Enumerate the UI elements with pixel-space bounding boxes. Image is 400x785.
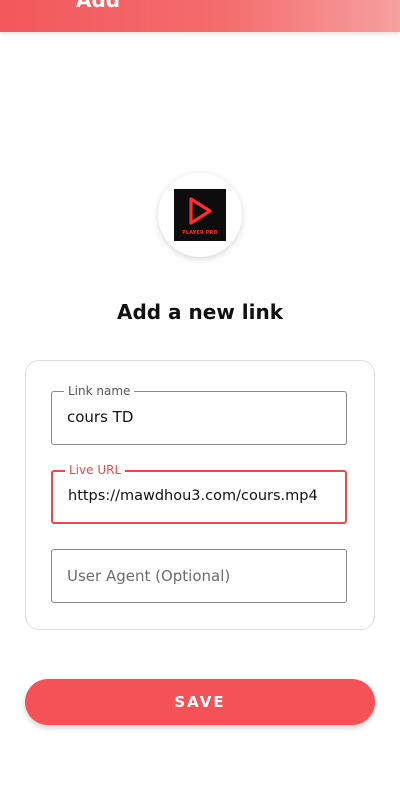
live-url-value[interactable]: https://mawdhou3.com/cours.mp4 xyxy=(68,488,337,504)
live-url-field[interactable]: Live URL https://mawdhou3.com/cours.mp4 xyxy=(51,463,347,524)
player-pro-logo-icon: PLAYER PRO xyxy=(174,189,226,241)
link-name-value[interactable]: cours TD xyxy=(67,408,338,426)
app-logo: PLAYER PRO xyxy=(158,173,242,257)
link-name-label: Link name xyxy=(64,384,135,399)
live-url-text: https://mawdhou3.com/cours.mp4 xyxy=(68,488,318,504)
live-url-label: Live URL xyxy=(65,463,126,478)
link-name-field[interactable]: Link name cours TD xyxy=(51,384,347,445)
page: Add PLAYER PRO Add a new link Link name … xyxy=(0,0,400,785)
app-bar-title: Add xyxy=(76,0,121,12)
save-button[interactable]: SAVE xyxy=(25,679,375,725)
page-title: Add a new link xyxy=(116,300,284,324)
user-agent-field[interactable]: User Agent (Optional) xyxy=(51,549,347,603)
play-icon xyxy=(189,197,212,225)
logo-text: PLAYER PRO xyxy=(182,230,218,236)
user-agent-placeholder: User Agent (Optional) xyxy=(67,567,231,585)
app-bar: Add xyxy=(0,0,400,32)
form-card: Link name cours TD Live URL https://mawd… xyxy=(25,360,375,630)
